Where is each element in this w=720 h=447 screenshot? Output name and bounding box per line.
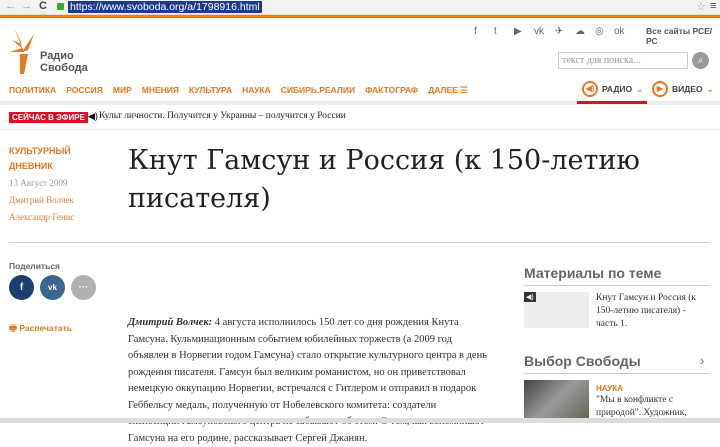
logo[interactable]: Радио Свобода <box>40 50 88 74</box>
chevron-down-icon: ⌄ <box>706 83 714 94</box>
top-accent-line <box>0 15 720 18</box>
bookmark-star-icon[interactable]: ☆ <box>696 0 706 13</box>
search-icon: ⌕ <box>697 55 704 66</box>
play-icon: ▶ <box>652 81 668 97</box>
nav-culture[interactable]: КУЛЬТУРА <box>189 85 232 96</box>
address-bar[interactable]: https://www.svoboda.org/a/1798916.html <box>68 1 262 13</box>
author-link[interactable]: Александр Генис <box>9 212 75 222</box>
video-button[interactable]: ▶ ВИДЕО ⌄ <box>652 81 714 97</box>
radio-label: РАДИО <box>602 84 633 94</box>
share-label: Поделиться <box>9 261 61 271</box>
soundcloud-icon[interactable]: ☁ <box>575 26 585 37</box>
choice-item-link[interactable]: "Мы в конфликте с природой". Художник, <box>596 394 708 420</box>
nav-siberia[interactable]: СИБИРЬ.РЕАЛИИ <box>281 85 355 96</box>
nav-factograph[interactable]: ФАКТОГРАФ <box>365 85 418 96</box>
nav-science[interactable]: НАУКА <box>242 85 271 96</box>
live-program-link[interactable]: Культ личности. Получится у Украины – по… <box>99 111 346 121</box>
youtube-icon[interactable]: ▶ <box>514 26 522 37</box>
facebook-icon[interactable]: f <box>474 26 477 37</box>
speaker-icon: ◀) <box>582 81 598 97</box>
radio-button[interactable]: ◀) РАДИО ⌄ <box>582 81 643 97</box>
logo-torch-icon[interactable] <box>8 26 43 76</box>
print-button[interactable]: 🖶 Распечатать <box>9 323 72 337</box>
nav-russia[interactable]: РОССИЯ <box>66 85 103 96</box>
related-heading: Материалы по теме <box>524 265 662 281</box>
telegram-icon[interactable]: ✈ <box>555 26 563 37</box>
speaker-icon: ◀) <box>88 111 98 121</box>
choice-heading[interactable]: Выбор Свободы <box>524 353 641 369</box>
nav-world[interactable]: МИР <box>113 85 132 96</box>
nav-opinions[interactable]: МНЕНИЯ <box>142 85 179 96</box>
article-body: Дмитрий Волчек: 4 августа исполнилось 15… <box>128 315 490 447</box>
vk-icon: vk <box>48 283 57 292</box>
main-nav: ПОЛИТИКА РОССИЯ МИР МНЕНИЯ КУЛЬТУРА НАУК… <box>9 85 468 96</box>
vk-icon[interactable]: vk <box>534 26 544 37</box>
share-more-button[interactable]: ··· <box>71 275 96 300</box>
more-icon: ··· <box>78 282 89 293</box>
article-title: Кнут Гамсун и Россия (к 150-летию писате… <box>128 145 640 214</box>
article-category[interactable]: КУЛЬТУРНЫЙ ДНЕВНИК <box>9 144 89 174</box>
forward-button[interactable]: → <box>21 0 32 12</box>
divider <box>0 129 720 130</box>
share-vk-button[interactable]: vk <box>40 275 65 300</box>
print-label: Распечатать <box>19 323 72 333</box>
lock-icon <box>57 3 64 10</box>
twitter-icon[interactable]: t <box>494 26 497 37</box>
author-link[interactable]: Дмитрий Волчек <box>9 195 74 205</box>
all-sites-link[interactable]: Все сайты РСЕ/РС <box>646 26 720 46</box>
logo-line2: Свобода <box>40 62 88 74</box>
related-thumbnail[interactable]: ◀) <box>524 292 589 328</box>
divider <box>9 242 709 243</box>
choice-thumbnail[interactable] <box>524 380 589 418</box>
reload-button[interactable]: C <box>39 0 47 12</box>
chevron-down-icon: ⌄ <box>636 83 644 94</box>
radio-active-indicator <box>577 101 647 104</box>
facebook-icon: f <box>19 282 24 293</box>
instagram-icon[interactable]: ◎ <box>595 26 604 37</box>
back-button[interactable]: ← <box>5 0 16 12</box>
lead-author: Дмитрий Волчек: <box>128 317 213 328</box>
live-badge[interactable]: СЕЙЧАС В ЭФИРЕ <box>9 112 88 123</box>
logo-line1: Радио <box>40 50 74 62</box>
nav-more[interactable]: ДАЛЕЕ ☰ <box>428 85 468 96</box>
divider <box>524 373 709 374</box>
divider <box>524 285 709 286</box>
related-item-link[interactable]: Кнут Гамсун и Россия (к 150-летию писате… <box>596 292 708 331</box>
browser-menu-icon[interactable]: ≡ <box>710 0 716 12</box>
video-label: ВИДЕО <box>672 84 703 94</box>
article-text: 4 августа исполнилось 150 лет со дня рож… <box>128 317 487 444</box>
audio-icon: ◀) <box>524 292 536 302</box>
share-facebook-button[interactable]: f <box>9 275 34 300</box>
search-input[interactable]: текст для поиска... <box>558 52 688 69</box>
search-button[interactable]: ⌕ <box>692 52 709 69</box>
horizontal-scrollbar[interactable] <box>0 418 720 423</box>
nav-politics[interactable]: ПОЛИТИКА <box>9 85 56 96</box>
article-date: 13 Август 2009 <box>9 178 68 188</box>
odnoklassniki-icon[interactable]: ok <box>614 26 625 37</box>
printer-icon: 🖶 <box>9 323 20 333</box>
chevron-right-icon[interactable]: › <box>700 353 704 368</box>
browser-toolbar: ← → C https://www.svoboda.org/a/1798916.… <box>0 0 720 15</box>
